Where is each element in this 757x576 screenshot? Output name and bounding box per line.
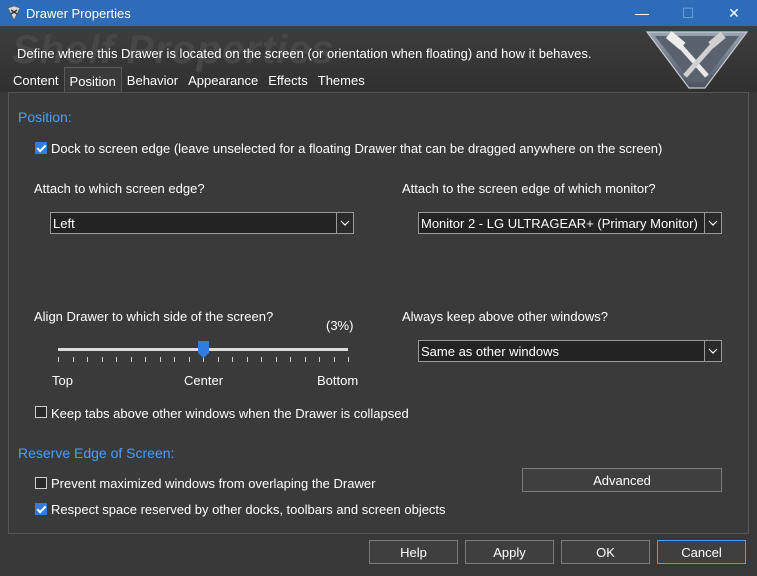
slider-tick xyxy=(145,357,146,362)
tab-behavior[interactable]: Behavior xyxy=(122,67,183,92)
keep-tabs-label: Keep tabs above other windows when the D… xyxy=(51,406,409,421)
apply-button[interactable]: Apply xyxy=(465,540,554,564)
slider-tick xyxy=(290,357,291,362)
slider-tick xyxy=(102,357,103,362)
prevent-maximize-checkbox[interactable] xyxy=(35,477,47,489)
minimize-icon: — xyxy=(635,5,649,21)
app-icon xyxy=(7,5,21,21)
cancel-button[interactable]: Cancel xyxy=(657,540,746,564)
slider-tick xyxy=(174,357,175,362)
slider-label-top: Top xyxy=(52,373,73,388)
edge-label: Attach to which screen edge? xyxy=(34,181,205,196)
reserve-section-title: Reserve Edge of Screen: xyxy=(18,445,175,461)
title-bar[interactable]: Drawer Properties — ☐ ✕ xyxy=(0,0,757,26)
dock-checkbox[interactable] xyxy=(35,142,47,154)
respect-space-checkbox[interactable] xyxy=(35,503,47,515)
minimize-button[interactable]: — xyxy=(619,0,665,26)
slider-tick xyxy=(87,357,88,362)
tab-position[interactable]: Position xyxy=(63,67,122,93)
slider-tick xyxy=(334,357,335,362)
respect-space-label: Respect space reserved by other docks, t… xyxy=(51,502,446,517)
help-button[interactable]: Help xyxy=(369,540,458,564)
maximize-button[interactable]: ☐ xyxy=(665,0,711,26)
header-description: Define where this Drawer is located on t… xyxy=(17,46,592,61)
slider-tick xyxy=(58,357,59,362)
position-section-title: Position: xyxy=(18,109,72,125)
slider-tick xyxy=(116,357,117,362)
slider-tick xyxy=(73,357,74,362)
monitor-label: Attach to the screen edge of which monit… xyxy=(402,181,656,196)
slider-tick xyxy=(232,357,233,362)
dock-checkbox-label: Dock to screen edge (leave unselected fo… xyxy=(51,141,663,156)
prevent-maximize-label: Prevent maximized windows from overlapin… xyxy=(51,476,376,491)
align-label: Align Drawer to which side of the screen… xyxy=(34,309,274,324)
slider-label-bottom: Bottom xyxy=(317,373,359,388)
chevron-down-icon xyxy=(704,341,721,361)
above-select-value: Same as other windows xyxy=(421,344,560,359)
close-button[interactable]: ✕ xyxy=(711,0,757,26)
tools-logo-icon xyxy=(645,31,749,89)
tab-effects[interactable]: Effects xyxy=(263,67,313,92)
slider-tick xyxy=(276,357,277,362)
slider-label-center: Center xyxy=(184,373,224,388)
maximize-icon: ☐ xyxy=(681,4,695,21)
slider-tick xyxy=(131,357,132,362)
slider-tick xyxy=(189,357,190,362)
edge-select-value: Left xyxy=(53,216,75,231)
slider-tick xyxy=(348,357,349,362)
align-percent: (3%) xyxy=(326,318,354,333)
tab-bar: Content Position Behavior Appearance Eff… xyxy=(8,67,370,93)
edge-select[interactable]: Left xyxy=(50,212,354,234)
chevron-down-icon xyxy=(704,213,721,233)
ok-button[interactable]: OK xyxy=(561,540,650,564)
align-slider-thumb[interactable] xyxy=(197,341,209,358)
monitor-select-value: Monitor 2 - LG ULTRAGEAR+ (Primary Monit… xyxy=(421,216,698,231)
slider-tick xyxy=(247,357,248,362)
close-icon: ✕ xyxy=(728,4,740,21)
advanced-button[interactable]: Advanced xyxy=(522,468,722,492)
slider-tick xyxy=(261,357,262,362)
slider-tick xyxy=(218,357,219,362)
window-title: Drawer Properties xyxy=(26,6,131,21)
monitor-select[interactable]: Monitor 2 - LG ULTRAGEAR+ (Primary Monit… xyxy=(418,212,722,234)
chevron-down-icon xyxy=(336,213,353,233)
tab-appearance[interactable]: Appearance xyxy=(183,67,263,92)
above-label: Always keep above other windows? xyxy=(402,309,608,324)
slider-tick xyxy=(305,357,306,362)
above-select[interactable]: Same as other windows xyxy=(418,340,722,362)
slider-tick xyxy=(319,357,320,362)
keep-tabs-checkbox[interactable] xyxy=(35,406,47,418)
tab-content[interactable]: Content xyxy=(8,67,64,92)
tab-themes[interactable]: Themes xyxy=(313,67,370,92)
slider-tick xyxy=(160,357,161,362)
